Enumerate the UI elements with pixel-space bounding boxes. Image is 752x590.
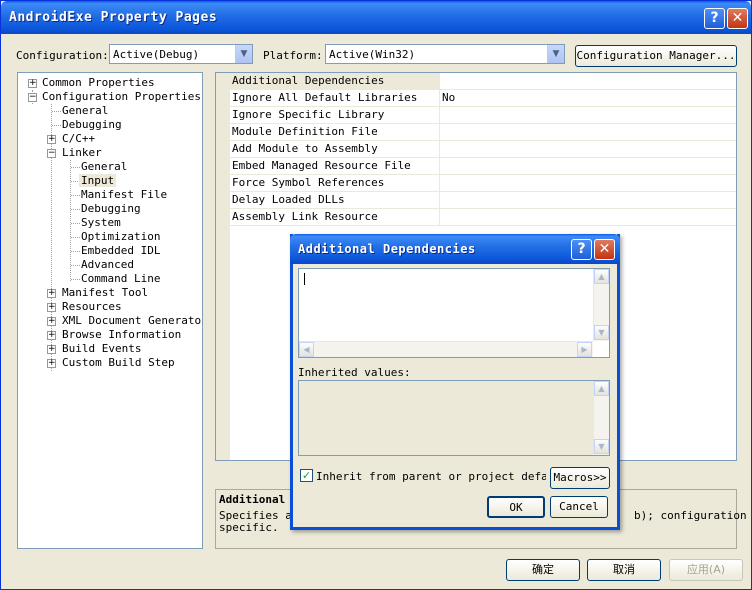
window-title: AndroidExe Property Pages: [9, 10, 218, 25]
tree-item-xml-document-generator[interactable]: XML Document Generator: [62, 314, 202, 328]
tree-item-linker-general[interactable]: General: [81, 160, 127, 174]
grid-row-name: Additional Dependencies: [216, 73, 440, 89]
configuration-value: Active(Debug): [113, 48, 200, 61]
grid-row-name: Embed Managed Resource File: [216, 158, 440, 174]
scroll-down-icon[interactable]: ▼: [594, 439, 609, 454]
inherited-values-label: Inherited values:: [298, 366, 411, 379]
tree-item-debugging[interactable]: Debugging: [62, 118, 122, 132]
grid-row[interactable]: Additional Dependencies: [216, 73, 736, 90]
description-title: Additional: [219, 493, 286, 506]
dialog-cancel-button[interactable]: Cancel: [550, 496, 608, 518]
grid-row[interactable]: Delay Loaded DLLs: [216, 192, 736, 209]
tree-item-linker[interactable]: Linker: [62, 146, 102, 160]
grid-row[interactable]: Assembly Link Resource: [216, 209, 736, 226]
grid-row[interactable]: Embed Managed Resource File: [216, 158, 736, 175]
description-text-2: specific.: [219, 521, 279, 534]
chevron-down-icon[interactable]: ▼: [547, 45, 564, 63]
cancel-button[interactable]: 取消: [587, 559, 661, 581]
inherit-checkbox[interactable]: ✓: [300, 469, 313, 482]
collapse-icon[interactable]: −: [28, 93, 37, 102]
close-icon[interactable]: ✕: [727, 8, 748, 29]
tree-item-custom-build-step[interactable]: Custom Build Step: [62, 356, 175, 370]
grid-row-name: Delay Loaded DLLs: [216, 192, 440, 208]
grid-row-name: Assembly Link Resource: [216, 209, 440, 225]
scroll-up-icon[interactable]: ▲: [594, 269, 609, 284]
tree-item-linker-debugging[interactable]: Debugging: [81, 202, 141, 216]
dependencies-textarea[interactable]: ▲ ▼ ◀ ▶: [298, 268, 610, 358]
inherited-values-box: ▲ ▼: [298, 380, 610, 456]
expand-icon[interactable]: +: [47, 289, 56, 298]
configuration-manager-button[interactable]: Configuration Manager...: [575, 45, 737, 67]
grid-row[interactable]: Ignore Specific Library: [216, 107, 736, 124]
dialog-title-bar[interactable]: Additional Dependencies ? ✕: [290, 234, 620, 264]
ok-button[interactable]: 确定: [506, 559, 580, 581]
horizontal-scrollbar[interactable]: ◀ ▶: [299, 341, 593, 357]
property-tree[interactable]: + Common Properties − Configuration Prop…: [17, 72, 203, 549]
grid-row-value[interactable]: No: [442, 90, 455, 106]
scroll-left-icon[interactable]: ◀: [299, 342, 314, 357]
inherit-checkbox-label[interactable]: Inherit from parent or project defaults: [316, 470, 546, 483]
close-icon[interactable]: ✕: [594, 239, 615, 260]
description-text-right: b); configuration: [634, 509, 747, 522]
additional-dependencies-dialog: Additional Dependencies ? ✕ ▲ ▼ ◀ ▶ Inhe…: [290, 234, 620, 530]
collapse-icon[interactable]: −: [47, 149, 56, 158]
scroll-right-icon[interactable]: ▶: [577, 342, 592, 357]
tree-item-linker-system[interactable]: System: [81, 216, 121, 230]
grid-row-name: Ignore Specific Library: [216, 107, 440, 123]
tree-item-linker-advanced[interactable]: Advanced: [81, 258, 134, 272]
platform-combo[interactable]: Active(Win32) ▼: [325, 44, 565, 64]
chevron-down-icon[interactable]: ▼: [235, 45, 252, 63]
tree-item-common-properties[interactable]: Common Properties: [42, 76, 155, 90]
tree-item-general[interactable]: General: [62, 104, 108, 118]
tree-item-linker-manifest-file[interactable]: Manifest File: [81, 188, 167, 202]
tree-item-browse-information[interactable]: Browse Information: [62, 328, 181, 342]
dialog-title: Additional Dependencies: [298, 242, 476, 256]
tree-item-build-events[interactable]: Build Events: [62, 342, 141, 356]
vertical-scrollbar[interactable]: ▲ ▼: [593, 381, 609, 455]
scroll-down-icon[interactable]: ▼: [594, 325, 609, 340]
expand-icon[interactable]: +: [47, 331, 56, 340]
scroll-up-icon[interactable]: ▲: [594, 381, 609, 396]
vertical-scrollbar[interactable]: ▲ ▼: [593, 269, 609, 341]
tree-item-resources[interactable]: Resources: [62, 300, 122, 314]
grid-row-name: Ignore All Default Libraries: [216, 90, 440, 106]
grid-row-name: Force Symbol References: [216, 175, 440, 191]
configuration-combo[interactable]: Active(Debug) ▼: [109, 44, 253, 64]
tree-item-linker-embedded-idl[interactable]: Embedded IDL: [81, 244, 160, 258]
expand-icon[interactable]: +: [28, 79, 37, 88]
tree-item-cpp[interactable]: C/C++: [62, 132, 95, 146]
grid-row-name: Module Definition File: [216, 124, 440, 140]
tree-item-manifest-tool[interactable]: Manifest Tool: [62, 286, 148, 300]
apply-button[interactable]: 应用(A): [669, 559, 743, 581]
grid-row[interactable]: Force Symbol References: [216, 175, 736, 192]
expand-icon[interactable]: +: [47, 135, 56, 144]
tree-item-linker-optimization[interactable]: Optimization: [81, 230, 160, 244]
platform-value: Active(Win32): [329, 48, 416, 61]
macros-button[interactable]: Macros>>: [550, 467, 610, 489]
expand-icon[interactable]: +: [47, 317, 56, 326]
grid-row-name: Add Module to Assembly: [216, 141, 440, 157]
help-icon[interactable]: ?: [571, 239, 592, 260]
configuration-label: Configuration:: [16, 49, 109, 62]
help-icon[interactable]: ?: [704, 8, 725, 29]
expand-icon[interactable]: +: [47, 345, 56, 354]
expand-icon[interactable]: +: [47, 359, 56, 368]
tree-item-configuration-properties[interactable]: Configuration Properties: [42, 90, 201, 104]
dialog-ok-button[interactable]: OK: [487, 496, 545, 518]
grid-row[interactable]: Module Definition File: [216, 124, 736, 141]
platform-label: Platform:: [263, 49, 323, 62]
expand-icon[interactable]: +: [47, 303, 56, 312]
grid-row[interactable]: Add Module to Assembly: [216, 141, 736, 158]
tree-item-linker-input[interactable]: Input: [79, 174, 117, 188]
grid-row[interactable]: Ignore All Default Libraries No: [216, 90, 736, 107]
title-bar[interactable]: AndroidExe Property Pages ? ✕: [1, 1, 751, 34]
text-caret: [304, 273, 305, 285]
tree-item-linker-command-line[interactable]: Command Line: [81, 272, 160, 286]
